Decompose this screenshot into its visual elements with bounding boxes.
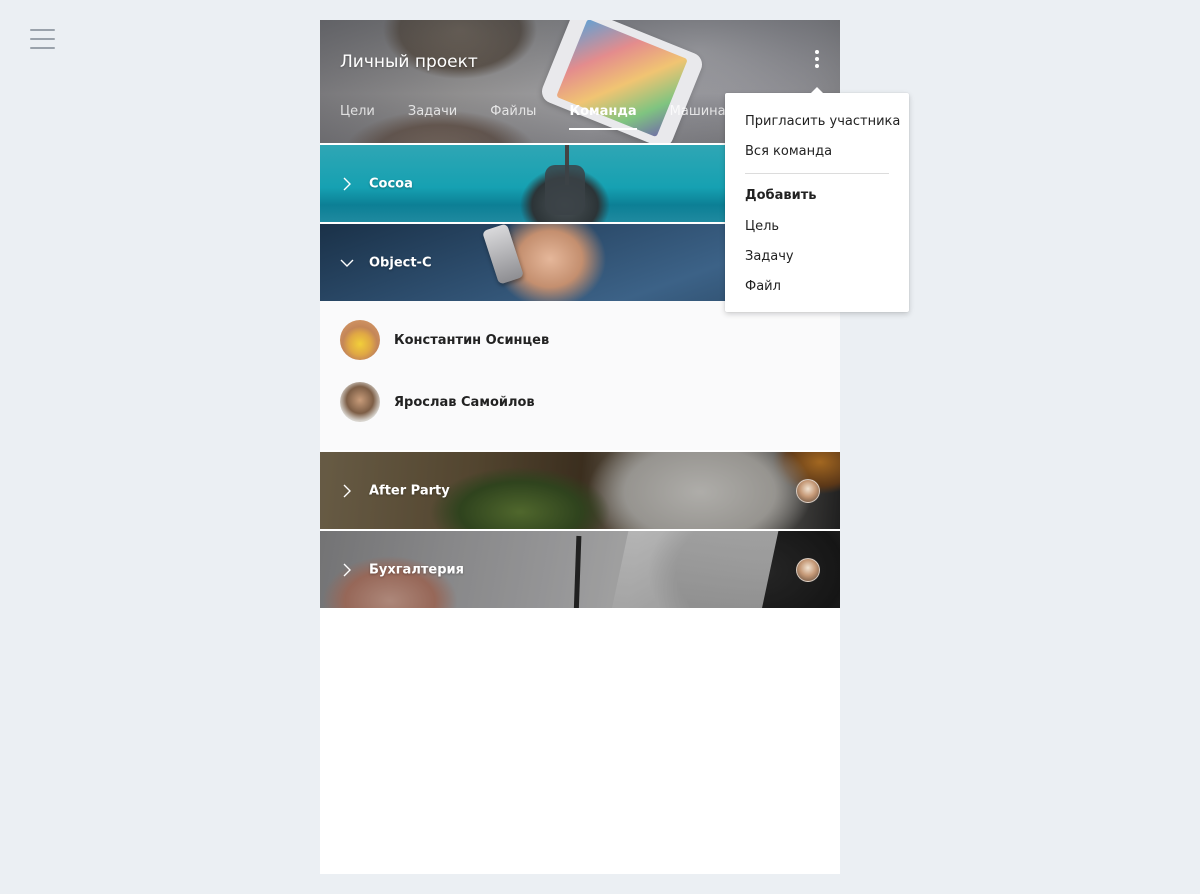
- member-avatar: [796, 557, 820, 582]
- team-row-after-party[interactable]: After Party: [320, 450, 840, 529]
- hamburger-icon: [30, 29, 55, 31]
- chevron-right-icon: [343, 177, 351, 190]
- hamburger-icon-line: [30, 47, 55, 49]
- team-members-list: Константин Осинцев Ярослав Самойлов: [320, 301, 840, 450]
- menu-item-add-file[interactable]: Файл: [745, 272, 889, 302]
- more-vertical-icon[interactable]: [807, 48, 827, 70]
- member-item[interactable]: Ярослав Самойлов: [340, 381, 820, 423]
- member-name: Ярослав Самойлов: [394, 394, 535, 410]
- avatar: [340, 320, 380, 360]
- row-background-phone: [481, 224, 525, 285]
- hamburger-menu-button[interactable]: [30, 28, 55, 50]
- team-row-accounting[interactable]: Бухгалтерия: [320, 529, 840, 608]
- team-name: After Party: [369, 483, 450, 498]
- tab-team[interactable]: Команда: [569, 104, 637, 130]
- team-name: Cocoa: [369, 176, 413, 191]
- menu-item-add-task[interactable]: Задачу: [745, 242, 889, 272]
- hamburger-icon-line: [30, 38, 55, 40]
- page-title: Личный проект: [340, 52, 478, 72]
- menu-item-invite-member[interactable]: Пригласить участника: [745, 107, 900, 137]
- chevron-down-icon: [340, 259, 354, 267]
- more-menu-dropdown: Пригласить участника Вся команда Добавит…: [725, 87, 909, 312]
- kebab-dot: [815, 57, 819, 61]
- menu-item-add-goal[interactable]: Цель: [745, 212, 889, 242]
- chevron-right-icon: [343, 484, 351, 497]
- member-name: Константин Осинцев: [394, 332, 550, 348]
- chevron-right-icon: [343, 563, 351, 576]
- kebab-dot: [815, 50, 819, 54]
- member-item[interactable]: Константин Осинцев: [340, 319, 820, 361]
- team-name: Object-C: [369, 255, 432, 270]
- tab-goals[interactable]: Цели: [340, 104, 375, 130]
- menu-item-whole-team[interactable]: Вся команда: [745, 137, 889, 167]
- tab-tasks[interactable]: Задачи: [408, 104, 457, 130]
- kebab-dot: [815, 64, 819, 68]
- avatar: [340, 382, 380, 422]
- row-background-reel: [545, 165, 585, 215]
- tab-files[interactable]: Файлы: [490, 104, 536, 130]
- team-name: Бухгалтерия: [369, 562, 464, 577]
- menu-heading-add: Добавить: [745, 188, 817, 203]
- member-avatar: [796, 478, 820, 503]
- menu-divider: [745, 173, 889, 174]
